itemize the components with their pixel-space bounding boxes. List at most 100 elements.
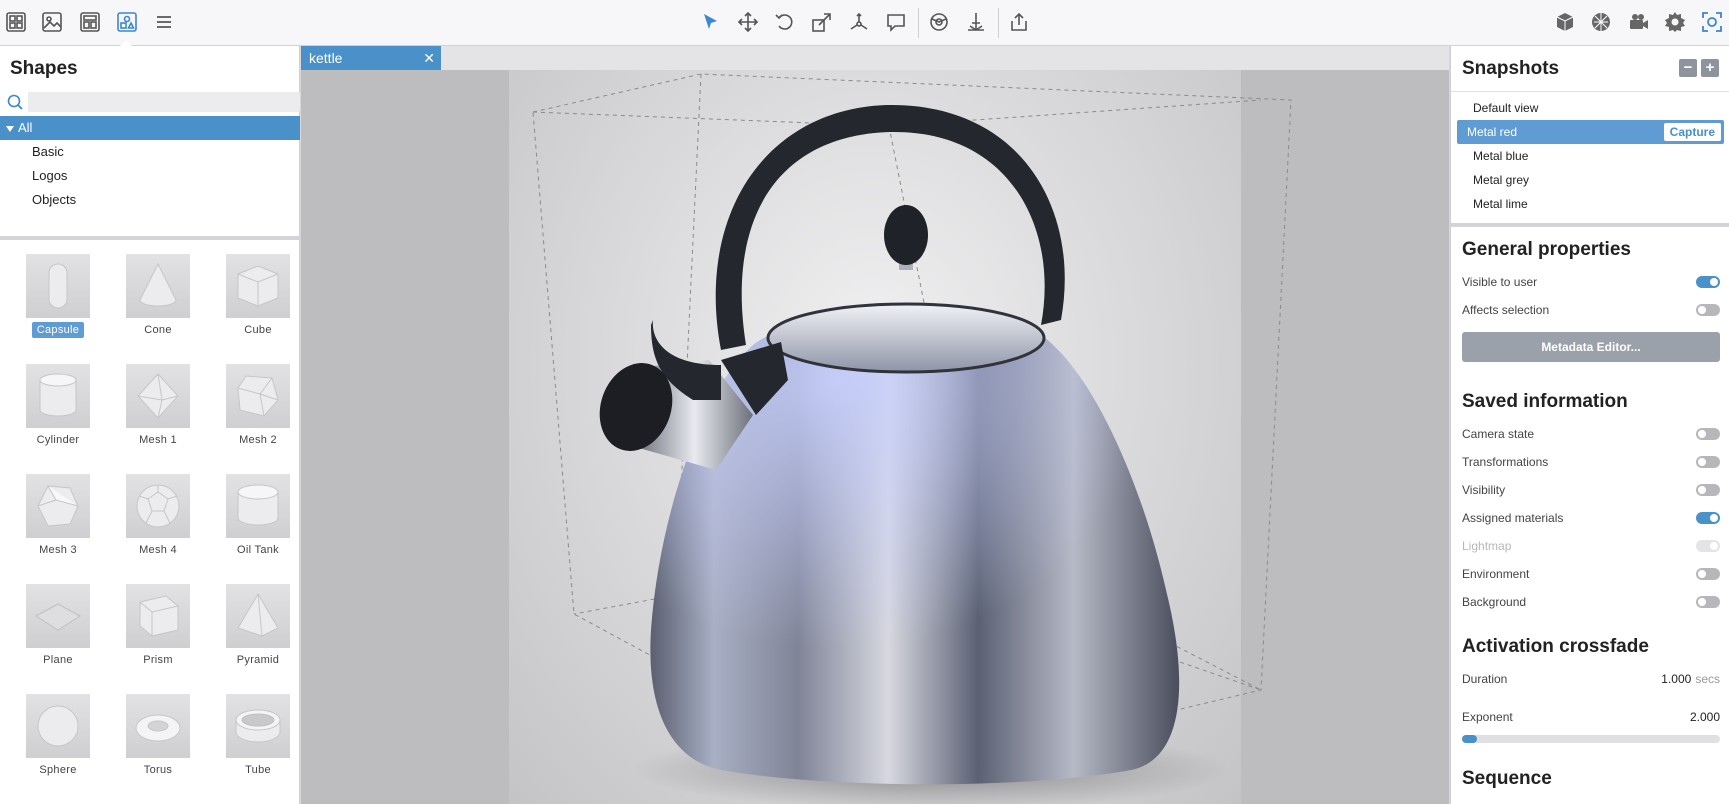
oil-tank-thumbnail xyxy=(226,474,290,538)
remove-snapshot-button[interactable]: − xyxy=(1679,59,1697,77)
shape-cube[interactable]: Cube xyxy=(208,246,308,356)
prop-label: Background xyxy=(1462,595,1527,609)
add-snapshot-button[interactable]: + xyxy=(1701,59,1719,77)
shape-cone[interactable]: Cone xyxy=(108,246,208,356)
camera-icon[interactable] xyxy=(1627,10,1651,34)
pivot-icon[interactable] xyxy=(847,10,871,34)
shape-mesh-1[interactable]: Mesh 1 xyxy=(108,356,208,466)
main-toolbar xyxy=(0,0,1729,46)
shape-cylinder[interactable]: Cylinder xyxy=(8,356,108,466)
focus-icon[interactable] xyxy=(1700,10,1724,34)
shape-plane[interactable]: Plane xyxy=(8,576,108,686)
shape-tube[interactable]: Tube xyxy=(208,686,308,796)
duration-value[interactable]: 1.000 secs xyxy=(1661,669,1720,689)
mesh-1-thumbnail xyxy=(126,364,190,428)
snapshot-item-metal-red[interactable]: Metal red Capture xyxy=(1457,120,1724,144)
exponent-value[interactable]: 2.000 xyxy=(1690,707,1720,727)
tree-item-label: All xyxy=(18,120,33,135)
tree-item-logos[interactable]: Logos xyxy=(0,164,300,188)
cone-thumbnail xyxy=(126,254,190,318)
grid-icon[interactable] xyxy=(4,10,28,34)
shape-label: Oil Tank xyxy=(237,544,279,556)
saved-information-title: Saved information xyxy=(1462,391,1628,412)
environment-icon[interactable] xyxy=(1589,10,1613,34)
shapes-panel: Shapes All Basic Logos Objects Capsule C… xyxy=(0,46,300,804)
snapshots-title: Snapshots xyxy=(1462,58,1560,79)
duration-row: Duration 1.000 secs xyxy=(1462,669,1720,689)
rotate-icon[interactable] xyxy=(773,10,797,34)
assigned-materials-toggle[interactable] xyxy=(1696,512,1720,524)
visibility-row: Visibility xyxy=(1462,480,1720,500)
shape-pyramid[interactable]: Pyramid xyxy=(208,576,308,686)
affects-selection-toggle[interactable] xyxy=(1696,304,1720,316)
activation-crossfade-title: Activation crossfade xyxy=(1462,636,1649,657)
transformations-toggle[interactable] xyxy=(1696,456,1720,468)
shape-label: Capsule xyxy=(31,322,85,338)
settings-icon[interactable] xyxy=(1663,10,1687,34)
select-arrow-icon[interactable] xyxy=(699,10,723,34)
tree-item-objects[interactable]: Objects xyxy=(0,188,300,212)
duration-unit: secs xyxy=(1695,672,1720,686)
panel-divider[interactable] xyxy=(1451,223,1729,227)
shapes-icon[interactable] xyxy=(115,10,139,34)
close-icon[interactable]: ✕ xyxy=(423,46,435,70)
document-tab-bar: kettle ✕ xyxy=(301,46,1449,70)
annotation-icon[interactable] xyxy=(884,10,908,34)
tree-item-basic[interactable]: Basic xyxy=(0,140,300,164)
cylinder-thumbnail xyxy=(26,364,90,428)
shape-label: Tube xyxy=(245,764,271,776)
shape-label: Sphere xyxy=(39,764,77,776)
layout-icon[interactable] xyxy=(78,10,102,34)
snapshot-item-metal-lime[interactable]: Metal lime xyxy=(1457,192,1724,216)
exponent-slider[interactable] xyxy=(1462,735,1720,743)
plane-thumbnail xyxy=(26,584,90,648)
kettle-render[interactable] xyxy=(301,70,1449,804)
lightmap-row: Lightmap xyxy=(1462,536,1720,556)
shape-sphere[interactable]: Sphere xyxy=(8,686,108,796)
shape-mesh-4[interactable]: Mesh 4 xyxy=(108,466,208,576)
shape-capsule[interactable]: Capsule xyxy=(8,246,108,356)
snapshot-item-metal-grey[interactable]: Metal grey xyxy=(1457,168,1724,192)
prop-label: Environment xyxy=(1462,567,1530,581)
image-icon[interactable] xyxy=(40,10,64,34)
lightmap-toggle xyxy=(1696,540,1720,552)
snapshot-item-default-view[interactable]: Default view xyxy=(1457,96,1724,120)
assigned-materials-row: Assigned materials xyxy=(1462,508,1720,528)
cube-icon[interactable] xyxy=(1553,10,1577,34)
shape-mesh-2[interactable]: Mesh 2 xyxy=(208,356,308,466)
shape-prism[interactable]: Prism xyxy=(108,576,208,686)
capture-button[interactable]: Capture xyxy=(1663,123,1721,141)
prop-label: Visible to user xyxy=(1462,275,1538,289)
prop-label: Camera state xyxy=(1462,427,1535,441)
shape-oil-tank[interactable]: Oil Tank xyxy=(208,466,308,576)
material-icon[interactable] xyxy=(927,10,951,34)
duration-number[interactable]: 1.000 xyxy=(1661,672,1691,686)
pyramid-thumbnail xyxy=(226,584,290,648)
snapshot-item-metal-blue[interactable]: Metal blue xyxy=(1457,144,1724,168)
exponent-row: Exponent 2.000 xyxy=(1462,707,1720,727)
prop-label: Visibility xyxy=(1462,483,1506,497)
scale-icon[interactable] xyxy=(810,10,834,34)
3d-viewport[interactable] xyxy=(301,70,1449,804)
panel-divider[interactable] xyxy=(0,236,300,240)
measure-icon[interactable] xyxy=(964,10,988,34)
metadata-editor-button[interactable]: Metadata Editor... xyxy=(1462,332,1720,362)
prism-thumbnail xyxy=(126,584,190,648)
tab-kettle[interactable]: kettle ✕ xyxy=(301,46,441,70)
visible-to-user-toggle[interactable] xyxy=(1696,276,1720,288)
mesh-3-thumbnail xyxy=(26,474,90,538)
shape-label: Cone xyxy=(144,324,172,336)
shapes-search-input[interactable] xyxy=(28,92,300,112)
shape-mesh-3[interactable]: Mesh 3 xyxy=(8,466,108,576)
background-toggle[interactable] xyxy=(1696,596,1720,608)
shape-torus[interactable]: Torus xyxy=(108,686,208,796)
visibility-toggle[interactable] xyxy=(1696,484,1720,496)
export-icon[interactable] xyxy=(1007,10,1031,34)
menu-icon[interactable] xyxy=(152,10,176,34)
environment-toggle[interactable] xyxy=(1696,568,1720,580)
expand-triangle-icon[interactable] xyxy=(6,125,14,132)
camera-state-toggle[interactable] xyxy=(1696,428,1720,440)
sequence-title: Sequence xyxy=(1462,768,1552,789)
tree-item-all[interactable]: All xyxy=(0,116,300,140)
move-icon[interactable] xyxy=(736,10,760,34)
